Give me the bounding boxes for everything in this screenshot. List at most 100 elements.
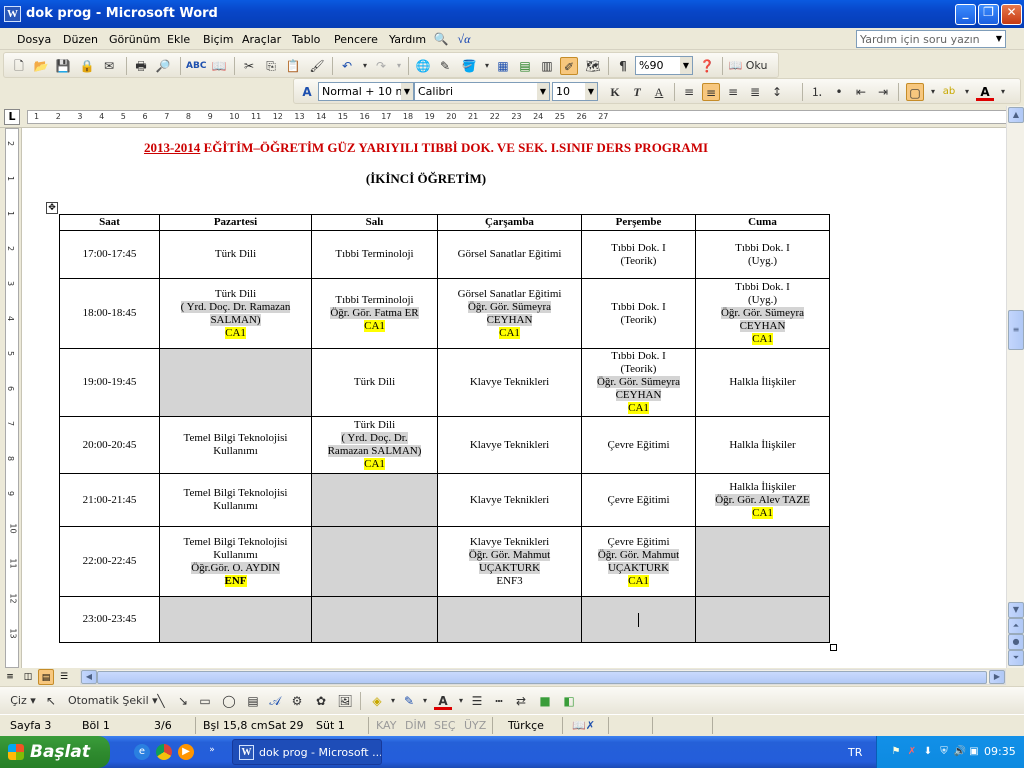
flag-icon[interactable]: ⚑: [889, 745, 903, 759]
status-ovr[interactable]: ÜYZ: [464, 719, 486, 732]
chrome-icon[interactable]: [156, 744, 172, 760]
schedule-cell[interactable]: [311, 526, 438, 597]
menu-pencere[interactable]: Pencere: [334, 33, 378, 46]
tab-selector-icon[interactable]: L: [4, 109, 20, 125]
arrow-style-icon[interactable]: ⇄: [512, 692, 530, 710]
line-icon[interactable]: ╲: [152, 692, 170, 710]
schedule-cell[interactable]: Çevre Eğitimi Öğr. Gör. Mahmut UÇAKTURK CA1: [581, 526, 696, 597]
status-trk[interactable]: DİM: [405, 719, 426, 732]
word-app-icon[interactable]: W: [4, 6, 21, 22]
schedule-cell[interactable]: Çevre Eğitimi: [581, 416, 696, 474]
highlight-color-icon[interactable]: ab: [940, 83, 958, 101]
menu-duzen[interactable]: Düzen: [63, 33, 98, 46]
media-player-icon[interactable]: ▶: [178, 744, 194, 760]
maximize-button[interactable]: ❐: [978, 4, 999, 25]
display-icon[interactable]: ▣: [967, 745, 981, 759]
drawing-icon[interactable]: ✐: [560, 57, 578, 75]
status-ext[interactable]: SEÇ: [434, 719, 456, 732]
update-icon[interactable]: ⬇: [921, 745, 935, 759]
bullets-icon[interactable]: •: [830, 83, 848, 101]
oval-icon[interactable]: ◯: [220, 692, 238, 710]
menu-dosya[interactable]: Dosya: [17, 33, 51, 46]
chevron-down-icon[interactable]: ▼: [401, 83, 413, 100]
style-select[interactable]: Normal + 10 nk ▼: [318, 82, 414, 101]
paste-icon[interactable]: 📋: [284, 57, 302, 75]
chevron-down-icon[interactable]: ▾: [958, 83, 976, 101]
schedule-cell[interactable]: Türk Dili( Yrd. Doç. Dr. Ramazan SALMAN) C…: [159, 278, 312, 349]
scroll-thumb[interactable]: ≡: [1008, 310, 1024, 350]
font-color-icon[interactable]: A: [976, 83, 994, 101]
chevron-down-icon[interactable]: ▾: [416, 692, 434, 710]
permission-icon[interactable]: 🔒: [78, 57, 96, 75]
menu-tablo[interactable]: Tablo: [292, 33, 320, 46]
dash-style-icon[interactable]: ┅: [490, 692, 508, 710]
minimize-button[interactable]: _: [955, 4, 976, 25]
shadow-icon[interactable]: ■: [536, 692, 554, 710]
schedule-cell[interactable]: Klavye Teknikleri Öğr. Gör. Mahmut UÇAKTUR…: [437, 526, 582, 597]
print-preview-icon[interactable]: 🔎: [154, 57, 172, 75]
horizontal-scrollbar[interactable]: ◀ ▶: [80, 669, 1006, 685]
font-size-select[interactable]: 10 ▼: [552, 82, 598, 101]
select-pointer-icon[interactable]: ↖: [42, 692, 60, 710]
picture-icon[interactable]: 🖼: [336, 692, 354, 710]
document-page[interactable]: 2013-2014 EĞİTİM–ÖĞRETİM GÜZ YARIYILI TI…: [22, 128, 1006, 668]
next-page-icon[interactable]: ⏷: [1008, 650, 1024, 666]
schedule-cell[interactable]: Tıbbi Dok. I (Uyg.) Öğr. Gör. Sümeyra CEYHA…: [695, 278, 830, 349]
increase-indent-icon[interactable]: ⇥: [874, 83, 892, 101]
print-layout-icon[interactable]: ▤: [38, 669, 54, 685]
clip-art-icon[interactable]: ✿: [312, 692, 330, 710]
schedule-table[interactable]: Saat Pazartesi Salı Çarşamba Perşembe Cuma 17…: [59, 214, 830, 643]
schedule-cell[interactable]: [581, 596, 696, 643]
schedule-cell[interactable]: Görsel Sanatlar Eğitimi Öğr. Gör. Sümeyra…: [437, 278, 582, 349]
schedule-cell[interactable]: Klavye Teknikleri: [437, 348, 582, 417]
schedule-cell[interactable]: Tıbbi Dok. I (Uyg.): [695, 230, 830, 279]
schedule-cell[interactable]: Tıbbi Terminoloji Öğr. Gör. Fatma ER CA1: [311, 278, 438, 349]
styles-icon[interactable]: A: [298, 83, 316, 101]
zoom-select[interactable]: %90 ▼: [635, 56, 693, 75]
schedule-cell[interactable]: [311, 473, 438, 527]
chevron-down-icon[interactable]: ▾: [994, 83, 1012, 101]
time-cell[interactable]: 23:00-23:45: [59, 596, 160, 643]
help-search-input[interactable]: Yardım için soru yazın ▼: [856, 30, 1006, 48]
chevron-down-icon[interactable]: ▼: [585, 83, 597, 100]
format-painter-icon[interactable]: 🖌: [308, 57, 326, 75]
schedule-cell[interactable]: Tıbbi Terminoloji: [311, 230, 438, 279]
read-button[interactable]: 📖 Oku: [726, 57, 770, 75]
time-cell[interactable]: 20:00-20:45: [59, 416, 160, 474]
chevron-down-icon[interactable]: ▼: [993, 31, 1005, 47]
draw-menu-button[interactable]: Çiz ▾: [6, 692, 40, 710]
schedule-cell[interactable]: [159, 348, 312, 417]
schedule-cell[interactable]: Temel Bilgi Teknolojisi Kullanımı Öğr.Gör.…: [159, 526, 312, 597]
rectangle-icon[interactable]: ▭: [196, 692, 214, 710]
decrease-indent-icon[interactable]: ⇤: [852, 83, 870, 101]
schedule-cell[interactable]: Temel Bilgi Teknolojisi Kullanımı: [159, 473, 312, 527]
print-preview-icon[interactable]: 🔍: [432, 30, 450, 48]
italic-icon[interactable]: T: [628, 83, 646, 101]
3d-icon[interactable]: ◧: [560, 692, 578, 710]
security-icon[interactable]: ⛨: [937, 745, 951, 759]
menu-ekle[interactable]: Ekle: [167, 33, 190, 46]
scroll-thumb[interactable]: [97, 671, 987, 684]
menu-bicim[interactable]: Biçim: [203, 33, 233, 46]
language-indicator[interactable]: TR: [848, 746, 862, 759]
tables-borders-icon[interactable]: ✎: [436, 57, 454, 75]
schedule-cell[interactable]: Halkla İlişkiler: [695, 416, 830, 474]
chevron-down-icon[interactable]: ▾: [390, 57, 408, 75]
align-left-icon[interactable]: ≡: [680, 83, 698, 101]
taskbar-item-word[interactable]: W dok prog - Microsoft ...: [232, 739, 382, 765]
bold-icon[interactable]: K: [606, 83, 624, 101]
table-move-handle-icon[interactable]: ✥: [46, 202, 58, 214]
vertical-scrollbar[interactable]: ▲ ≡ ▼ ⏶ ● ⏷: [1006, 106, 1024, 668]
redo-icon[interactable]: ↷: [372, 57, 390, 75]
schedule-cell[interactable]: Tıbbi Dok. I (Teorik): [581, 230, 696, 279]
insert-table-icon[interactable]: ▦: [494, 57, 512, 75]
borders-icon[interactable]: ▢: [906, 83, 924, 101]
schedule-cell[interactable]: Klavye Teknikleri: [437, 473, 582, 527]
chevron-down-icon[interactable]: ▼: [680, 57, 692, 74]
vertical-ruler[interactable]: 2 1 1 2 3 4 5 6 7 8 9 10 11 12 13: [0, 128, 22, 668]
autoshapes-menu-button[interactable]: Otomatik Şekil ▾: [68, 692, 158, 710]
time-cell[interactable]: 22:00-22:45: [59, 526, 160, 597]
menu-gorunum[interactable]: Görünüm: [109, 33, 160, 46]
quick-launch-expand-icon[interactable]: »: [204, 742, 220, 758]
schedule-cell[interactable]: Çevre Eğitimi: [581, 473, 696, 527]
